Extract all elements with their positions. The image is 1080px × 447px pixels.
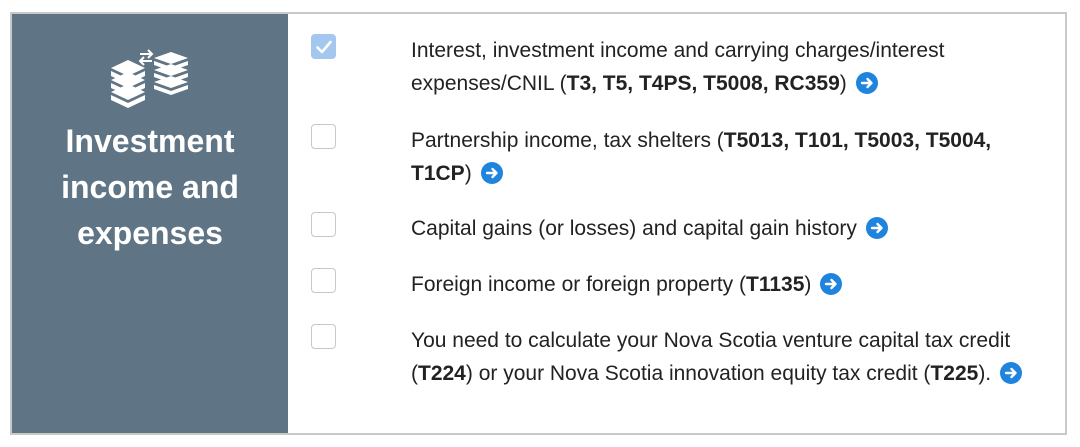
item-label: Foreign income or foreign property (T113… xyxy=(411,268,1051,301)
checkbox-foreign-income[interactable] xyxy=(311,268,336,293)
item-form-codes: T224 xyxy=(418,362,466,385)
item-label: Capital gains (or losses) and capital ga… xyxy=(411,212,1051,245)
section-title-line: income and xyxy=(61,169,239,205)
section-sidebar: Investment income and expenses xyxy=(12,14,288,433)
investment-documents-icon xyxy=(106,40,196,125)
arrow-right-circle-icon[interactable] xyxy=(855,72,878,94)
checkmark-icon xyxy=(316,40,332,54)
item-form-codes: T3, T5, T4PS, T5008, RC359 xyxy=(566,72,840,95)
item-form-codes: T1135 xyxy=(746,273,805,296)
item-text: ) xyxy=(464,162,472,185)
item-text: Foreign income or foreign property ( xyxy=(411,273,746,296)
item-label: You need to calculate your Nova Scotia v… xyxy=(411,324,1051,390)
item-label: Interest, investment income and carrying… xyxy=(411,34,1051,100)
item-form-codes: T225 xyxy=(930,362,979,385)
checkbox-capital-gains[interactable] xyxy=(311,212,336,237)
checkbox-nova-scotia-credits[interactable] xyxy=(311,324,336,349)
arrow-right-circle-icon[interactable] xyxy=(820,273,843,295)
arrow-right-circle-icon[interactable] xyxy=(865,217,888,239)
item-text: ) xyxy=(839,72,847,95)
item-text: Partnership income, tax shelters ( xyxy=(411,129,724,152)
item-text: ) xyxy=(804,273,812,296)
item-text: Capital gains (or losses) and capital ga… xyxy=(411,217,857,240)
checkbox-interest-investment[interactable] xyxy=(311,34,336,59)
arrow-right-circle-icon[interactable] xyxy=(1000,362,1023,384)
section-title-line: Investment xyxy=(65,123,235,159)
arrow-right-circle-icon[interactable] xyxy=(480,162,503,184)
checkbox-partnership-income[interactable] xyxy=(311,124,336,149)
item-label: Partnership income, tax shelters (T5013,… xyxy=(411,124,1051,190)
investment-section-panel: Investment income and expenses Interest,… xyxy=(10,12,1067,435)
item-text: ) or your Nova Scotia innovation equity … xyxy=(465,362,931,385)
section-title: Investment income and expenses xyxy=(12,118,288,256)
section-title-line: expenses xyxy=(77,215,223,251)
item-text: ). xyxy=(978,362,992,385)
